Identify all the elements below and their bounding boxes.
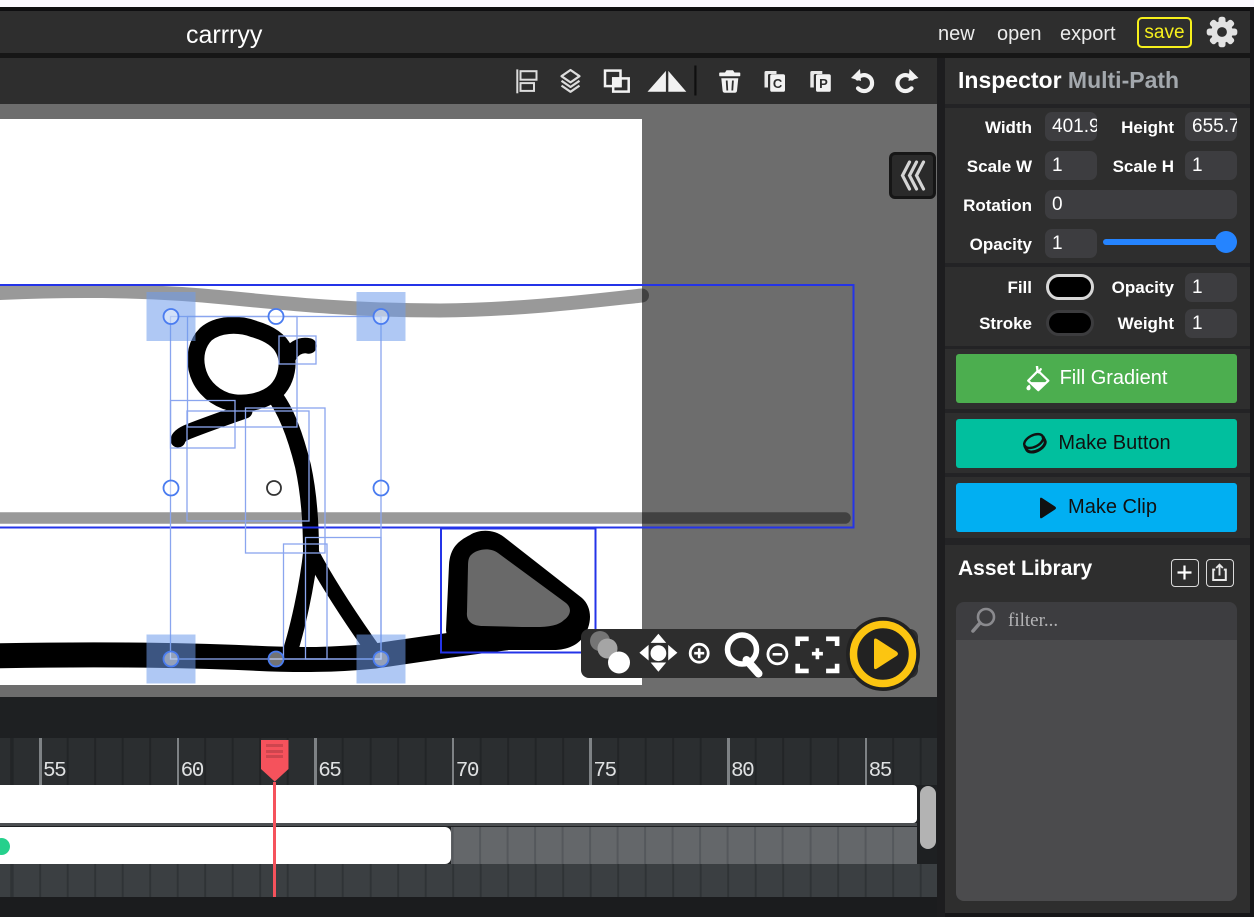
svg-text:C: C [773,76,783,91]
svg-text:P: P [819,76,828,91]
